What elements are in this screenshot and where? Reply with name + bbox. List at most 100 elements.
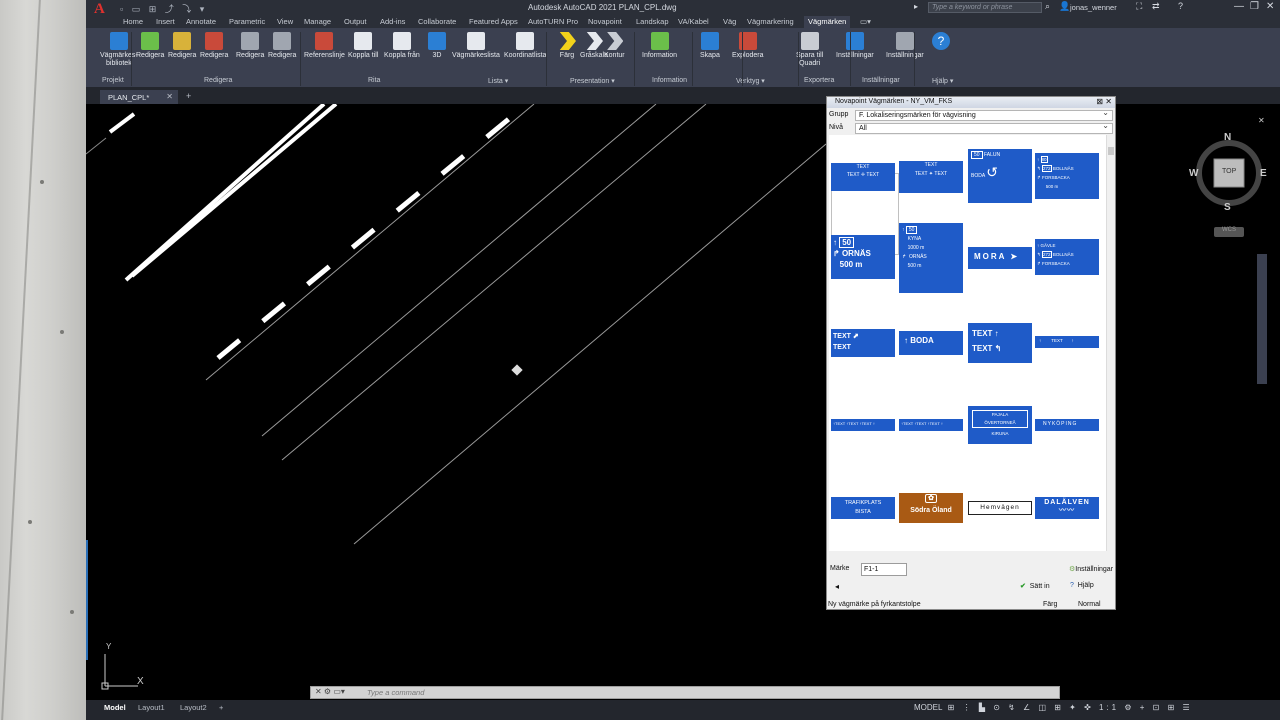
wcs-menu[interactable]: WCS xyxy=(1214,227,1244,237)
tab-manage[interactable]: Manage xyxy=(304,17,331,26)
close-tab-icon[interactable]: ✕ xyxy=(166,92,173,101)
cart-icon[interactable]: ⛶ xyxy=(1136,1,1142,12)
sign-f2-falun-boda[interactable]: 50 FALUN BODA ↺ xyxy=(968,149,1032,203)
command-input[interactable]: Type a command xyxy=(367,688,424,697)
settings-button[interactable]: ⚙Inställningar xyxy=(1069,565,1113,573)
new-tab-icon[interactable]: + xyxy=(186,91,191,101)
info-icon[interactable]: ▸ xyxy=(914,2,918,11)
ribbon-button-7[interactable]: Koppla till xyxy=(348,32,378,60)
tab-insert[interactable]: Insert xyxy=(156,17,175,26)
ribbon-button-5[interactable]: Redigera xyxy=(268,32,296,60)
compass-north[interactable]: N xyxy=(1224,132,1231,143)
back-arrow-icon[interactable]: ◂ xyxy=(835,582,839,591)
tab-featured-apps[interactable]: Featured Apps xyxy=(469,17,518,26)
help-button[interactable]: ? Hjälp xyxy=(1070,582,1094,589)
user-name[interactable]: jonas_wenner xyxy=(1070,3,1117,12)
panel-title-4[interactable]: Presentation ▾ xyxy=(570,77,615,85)
compass-west[interactable]: W xyxy=(1189,168,1198,179)
help-circle-icon[interactable]: ? xyxy=(1178,1,1183,11)
ribbon-button-4[interactable]: Redigera xyxy=(236,32,264,60)
tab-vägmarkering[interactable]: Vägmarkering xyxy=(747,17,794,26)
search-input[interactable]: Type a keyword or phrase xyxy=(928,2,1042,13)
command-line-buttons[interactable]: ✕ ⚙ ▭▾ xyxy=(315,687,345,696)
ribbon-button-2[interactable]: Redigera xyxy=(168,32,196,60)
tab-väg[interactable]: Väg xyxy=(723,17,736,26)
sign-f18-hemvagen[interactable]: Hemvägen xyxy=(968,501,1032,515)
ribbon-button-21[interactable]: ? xyxy=(932,32,950,52)
ribbon-button-3[interactable]: Redigera xyxy=(200,32,228,60)
viewcube[interactable]: N S E W TOP WCS xyxy=(1186,128,1276,238)
layout-tab-model[interactable]: Model xyxy=(104,703,126,712)
tab-add-ins[interactable]: Add-ins xyxy=(380,17,405,26)
sign-f5-kyna[interactable]: ↑ 50 KYNA 1000 m ↱ ORNÄS 500 m xyxy=(899,223,963,293)
insert-button[interactable]: ✔ Sätt in xyxy=(1020,582,1050,590)
model-space-toggle[interactable]: MODEL xyxy=(914,703,942,712)
ribbon-button-1[interactable]: Redigera xyxy=(136,32,164,60)
command-line[interactable]: ✕ ⚙ ▭▾ Type a command xyxy=(310,686,1060,699)
sign-f7-gavle[interactable]: ↑ GÄVLE ↰ 272 BOLLNÄS ↱ FORSBACKA xyxy=(1035,239,1099,275)
sign-grid-scrollbar[interactable] xyxy=(1106,135,1114,551)
group-select[interactable]: F. Lokaliseringsmärken för vägvisning xyxy=(855,108,1113,121)
tab-va-kabel[interactable]: VA/Kabel xyxy=(678,17,709,26)
tab-landskap[interactable]: Landskap xyxy=(636,17,669,26)
viewcube-top[interactable]: TOP xyxy=(1222,168,1236,175)
sign-f12-bar[interactable]: ↑TEXT ↑TEXT ↑TEXT ↑ xyxy=(831,419,895,431)
ribbon-button-9[interactable]: 3D xyxy=(428,32,446,60)
ribbon-button-6[interactable]: Referenslinje xyxy=(304,32,345,60)
doc-tab-plan[interactable]: PLAN_CPL* ✕ xyxy=(100,90,178,104)
minimize-icon[interactable]: — xyxy=(1234,1,1244,12)
sign-f16-trafikplats[interactable]: TRAFIKPLATS BISTA xyxy=(831,497,895,519)
ribbon-button-14[interactable]: Kontur xyxy=(604,32,625,60)
exchange-icon[interactable]: ⇄ xyxy=(1152,1,1160,12)
tab-output[interactable]: Output xyxy=(344,17,367,26)
sign-f11-bar[interactable]: ↑ TEXT ↑ xyxy=(1035,336,1099,348)
quick-access-toolbar[interactable]: ▫ ▭ ⊞ ⤴ ⤵ ▾ xyxy=(120,2,207,15)
ribbon-button-19[interactable]: Inställningar xyxy=(836,32,874,60)
ribbon-button-12[interactable]: Färg xyxy=(558,32,576,60)
tab-collaborate[interactable]: Collaborate xyxy=(418,17,456,26)
tab-vägmärken[interactable]: Vägmärken xyxy=(804,16,851,28)
sign-f6-mora[interactable]: MORA ➤ xyxy=(968,247,1032,269)
tab-annotate[interactable]: Annotate xyxy=(186,17,216,26)
sign-f13-bar[interactable]: ↑TEXT ↑TEXT ↑TEXT ↑ xyxy=(899,419,963,431)
sign-f17-sodra-oland[interactable]: ✿ Södra Öland xyxy=(899,493,963,523)
ribbon-button-0[interactable]: Vägmärkes-bibliotek xyxy=(100,32,138,68)
ribbon-button-20[interactable]: Inställningar xyxy=(886,32,924,60)
level-select[interactable]: All xyxy=(855,121,1113,134)
sign-f3-multi[interactable]: ↑ 80 ↰ 272 BOLLNÄS ↱ FORSBACKA 500 m xyxy=(1035,153,1099,199)
sign-f10-text-text[interactable]: TEXT ↑ TEXT ↰ xyxy=(968,323,1032,363)
palette-close-icon[interactable]: ⊠ ✕ xyxy=(1096,97,1112,106)
tab-options-icon[interactable]: ▭▾ xyxy=(860,17,871,26)
close-icon[interactable]: ✕ xyxy=(1266,1,1274,12)
status-bar-icons[interactable]: MODEL ⊞ ⋮ ▙ ⊙ ↯ ∠ ◫ ⊞ ✦ ✜ 1:1 ⚙ + ⊡ ⊞ ☰ xyxy=(914,703,1193,712)
compass-south[interactable]: S xyxy=(1224,202,1231,213)
ribbon-button-17[interactable]: Explodera xyxy=(732,32,764,60)
restore-icon[interactable]: ❐ xyxy=(1250,1,1259,12)
navigation-bar[interactable] xyxy=(1257,254,1267,384)
sign-f1-1[interactable]: TEXT TEXT ✛ TEXT xyxy=(831,163,895,191)
sign-f19-dalalven[interactable]: DALÄLVEN 〰〰 xyxy=(1035,497,1099,519)
ribbon-button-15[interactable]: Information xyxy=(642,32,677,60)
sign-f9-boda[interactable]: ↑ BODA xyxy=(899,331,963,355)
palette-title-bar[interactable]: Novapoint Vägmärken - NY_VM_FKS ⊠ ✕ xyxy=(827,97,1115,108)
tab-novapoint[interactable]: Novapoint xyxy=(588,17,622,26)
layout-tab-layout2[interactable]: Layout2 xyxy=(180,703,207,712)
sign-f8-text-arrow[interactable]: TEXT ⬈ TEXT xyxy=(831,329,895,357)
tab-autoturn-pro[interactable]: AutoTURN Pro xyxy=(528,17,578,26)
viewport-close-icon[interactable]: ✕ xyxy=(1258,116,1265,125)
layout-tab-layout1[interactable]: Layout1 xyxy=(138,703,165,712)
tab-parametric[interactable]: Parametric xyxy=(229,17,265,26)
ribbon-button-18[interactable]: Spara till Quadri xyxy=(796,32,823,68)
ribbon-button-10[interactable]: Vägmärkeslista xyxy=(452,32,500,60)
compass-east[interactable]: E xyxy=(1260,168,1267,179)
sign-f1-2[interactable]: TEXT TEXT ✦ TEXT xyxy=(899,161,963,193)
ribbon-button-11[interactable]: Koordinatlista xyxy=(504,32,546,60)
tab-view[interactable]: View xyxy=(277,17,293,26)
sign-f4-ornas[interactable]: ↑ 50 ↱ ORNÄS 500 m xyxy=(831,235,895,279)
sign-f14-pajala[interactable]: PAJALA ÖVERTORNEÅ KIRUNA xyxy=(968,406,1032,444)
panel-title-6[interactable]: Verktyg ▾ xyxy=(736,77,765,85)
sign-f15-nykoping[interactable]: NYKÖPING xyxy=(1035,419,1099,431)
ribbon-button-16[interactable]: Skapa xyxy=(700,32,720,60)
tab-home[interactable]: Home xyxy=(123,17,143,26)
marke-input[interactable]: F1-1 xyxy=(861,563,907,576)
